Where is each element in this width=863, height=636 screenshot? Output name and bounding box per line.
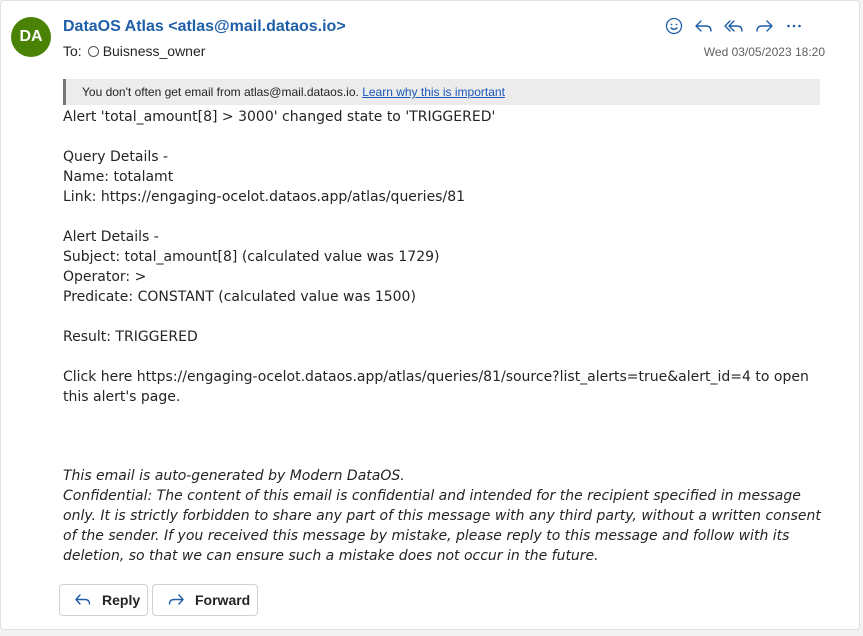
email-message: DA DataOS Atlas <atlas@mail.dataos.io> T… <box>0 0 860 630</box>
forward-icon[interactable] <box>751 13 777 39</box>
forward-button[interactable]: Forward <box>152 584 258 616</box>
alert-details-heading: Alert Details - <box>63 229 159 245</box>
forward-icon <box>168 594 184 605</box>
alert-result: Result: TRIGGERED <box>63 329 198 345</box>
forward-button-label: Forward <box>195 592 251 608</box>
reply-all-icon[interactable] <box>721 13 747 39</box>
external-sender-banner: You don't often get email from atlas@mai… <box>63 79 820 105</box>
reply-icon <box>75 594 91 605</box>
confidential-note: Confidential: The content of this email … <box>63 488 821 564</box>
alert-subject: Subject: total_amount[8] (calculated val… <box>63 249 440 265</box>
recipient-name[interactable]: Buisness_owner <box>103 43 206 59</box>
received-date: Wed 03/05/2023 18:20 <box>703 45 825 59</box>
avatar[interactable]: DA <box>11 17 51 57</box>
banner-text: You don't often get email from atlas@mai… <box>82 85 363 99</box>
presence-icon <box>87 45 99 57</box>
sender-name[interactable]: DataOS Atlas <atlas@mail.dataos.io> <box>63 18 346 36</box>
query-details-heading: Query Details - <box>63 149 169 165</box>
alert-operator: Operator: > <box>63 269 147 285</box>
message-footer: This email is auto-generated by Modern D… <box>63 466 823 566</box>
learn-why-link[interactable]: Learn why this is important <box>362 85 505 99</box>
smiley-icon[interactable] <box>661 13 687 39</box>
click-here-text: Click here https://engaging-ocelot.datao… <box>63 369 809 405</box>
reply-icon[interactable] <box>691 13 717 39</box>
to-label: To: <box>63 43 82 59</box>
more-icon[interactable] <box>781 13 807 39</box>
recipient-line: To: Buisness_owner <box>63 43 205 59</box>
reply-button[interactable]: Reply <box>59 584 148 616</box>
reply-button-label: Reply <box>102 592 141 608</box>
message-body: Alert 'total_amount[8] > 3000' changed s… <box>63 107 823 407</box>
alert-state-line: Alert 'total_amount[8] > 3000' changed s… <box>63 109 496 125</box>
query-name: Name: totalamt <box>63 169 174 185</box>
alert-predicate: Predicate: CONSTANT (calculated value wa… <box>63 289 416 305</box>
message-actions <box>661 13 807 39</box>
auto-generated-note: This email is auto-generated by Modern D… <box>63 468 405 484</box>
query-link: Link: https://engaging-ocelot.dataos.app… <box>63 189 466 205</box>
